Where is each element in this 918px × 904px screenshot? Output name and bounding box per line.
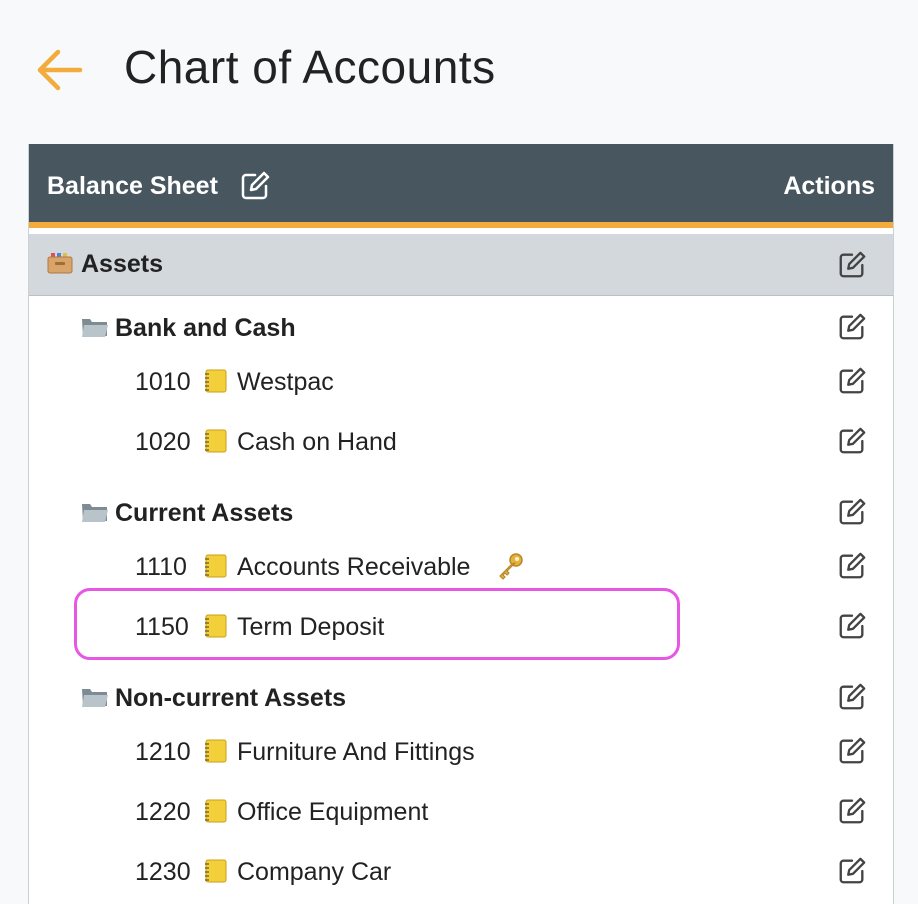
edit-icon[interactable]	[837, 366, 867, 396]
account-name: Term Deposit	[237, 613, 385, 641]
edit-icon[interactable]	[837, 312, 867, 342]
subgroup-row-bank-and-cash[interactable]: Bank and Cash	[29, 300, 893, 356]
account-row-1010[interactable]: 1010 Westpac	[29, 354, 893, 410]
folder-open-icon	[81, 501, 109, 523]
edit-icon[interactable]	[837, 497, 867, 527]
account-code: 1210	[135, 738, 191, 766]
page-title: Chart of Accounts	[124, 41, 496, 93]
ledger-book-icon	[203, 428, 229, 454]
subgroup-label: Current Assets	[115, 499, 294, 527]
account-code: 1010	[135, 368, 191, 396]
account-code: 1150	[135, 613, 189, 641]
file-box-icon	[47, 252, 73, 274]
actions-column-header: Actions	[783, 172, 875, 200]
account-code: 1220	[135, 798, 191, 826]
account-code: 1110	[135, 553, 187, 581]
balance-sheet-title: Balance Sheet	[47, 172, 218, 200]
ledger-book-icon	[203, 858, 229, 884]
account-name: Company Car	[237, 858, 392, 886]
chart-of-accounts-panel: Balance Sheet Actions Assets Bank and Ca…	[28, 144, 894, 904]
account-code: 1020	[135, 428, 191, 456]
back-arrow-icon[interactable]	[36, 48, 84, 92]
account-name: Cash on Hand	[237, 428, 397, 456]
panel-header: Balance Sheet Actions	[29, 144, 893, 228]
group-label: Assets	[81, 250, 163, 278]
ledger-book-icon	[203, 553, 229, 579]
group-row-assets[interactable]: Assets	[29, 234, 893, 296]
ledger-book-icon	[203, 738, 229, 764]
page-header: Chart of Accounts	[0, 0, 918, 140]
key-icon	[495, 551, 525, 581]
edit-icon[interactable]	[239, 170, 271, 202]
edit-icon[interactable]	[837, 682, 867, 712]
account-row-1210[interactable]: 1210 Furniture And Fittings	[29, 724, 893, 780]
account-name: Office Equipment	[237, 798, 429, 826]
ledger-book-icon	[203, 368, 229, 394]
subgroup-label: Non-current Assets	[115, 684, 347, 712]
edit-icon[interactable]	[837, 426, 867, 456]
account-row-1220[interactable]: 1220 Office Equipment	[29, 784, 893, 840]
subgroup-label: Bank and Cash	[115, 314, 296, 342]
account-row-1020[interactable]: 1020 Cash on Hand	[29, 414, 893, 470]
account-name: Furniture And Fittings	[237, 738, 475, 766]
account-row-1110[interactable]: 1110 Accounts Receivable	[29, 539, 893, 595]
edit-icon[interactable]	[837, 736, 867, 766]
edit-icon[interactable]	[837, 250, 867, 280]
subgroup-row-current-assets[interactable]: Current Assets	[29, 485, 893, 541]
edit-icon[interactable]	[837, 551, 867, 581]
folder-open-icon	[81, 686, 109, 708]
edit-icon[interactable]	[837, 611, 867, 641]
ledger-book-icon	[203, 798, 229, 824]
edit-icon[interactable]	[837, 856, 867, 886]
account-name: Westpac	[237, 368, 334, 396]
folder-open-icon	[81, 316, 109, 338]
account-row-1150[interactable]: 1150 Term Deposit	[29, 599, 893, 655]
account-name: Accounts Receivable	[237, 553, 471, 581]
account-code: 1230	[135, 858, 191, 886]
edit-icon[interactable]	[837, 796, 867, 826]
ledger-book-icon	[203, 613, 229, 639]
subgroup-row-non-current-assets[interactable]: Non-current Assets	[29, 670, 893, 726]
